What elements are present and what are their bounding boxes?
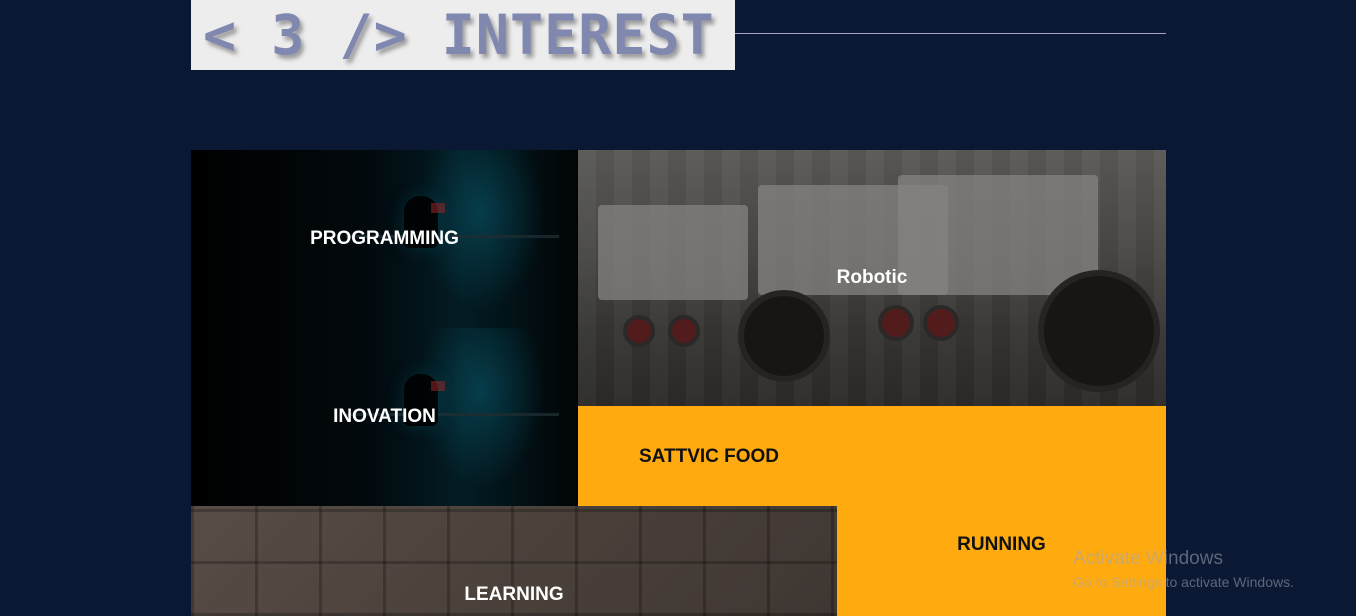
watermark-title: Activate Windows [1073,548,1223,569]
sattvic-food-label: SATTVIC FOOD [639,446,780,467]
learning-label: LEARNING [464,584,564,605]
interest-card-sattvic-food[interactable]: SATTVIC FOOD [578,406,1166,506]
watermark-subtitle: Go to Settings to activate Windows. [1073,574,1294,590]
robotic-label: Robotic [836,267,908,288]
activate-windows-watermark: Activate Windows Go to Settings to activ… [1073,548,1294,590]
programming-label: PROGRAMMING [310,228,459,249]
interest-card-learning[interactable]: LEARNING [191,506,837,616]
section-heading: < 3 /> INTEREST [191,0,735,70]
inovation-label: INOVATION [333,406,436,427]
interest-card-inovation[interactable]: INOVATION [191,328,578,506]
running-label: RUNNING [957,534,1046,555]
interest-card-programming[interactable]: PROGRAMMING [191,150,578,328]
heading-divider [735,33,1166,34]
section-title: < 3 /> INTEREST [203,3,715,67]
interest-card-robotic[interactable]: Robotic [578,150,1166,406]
